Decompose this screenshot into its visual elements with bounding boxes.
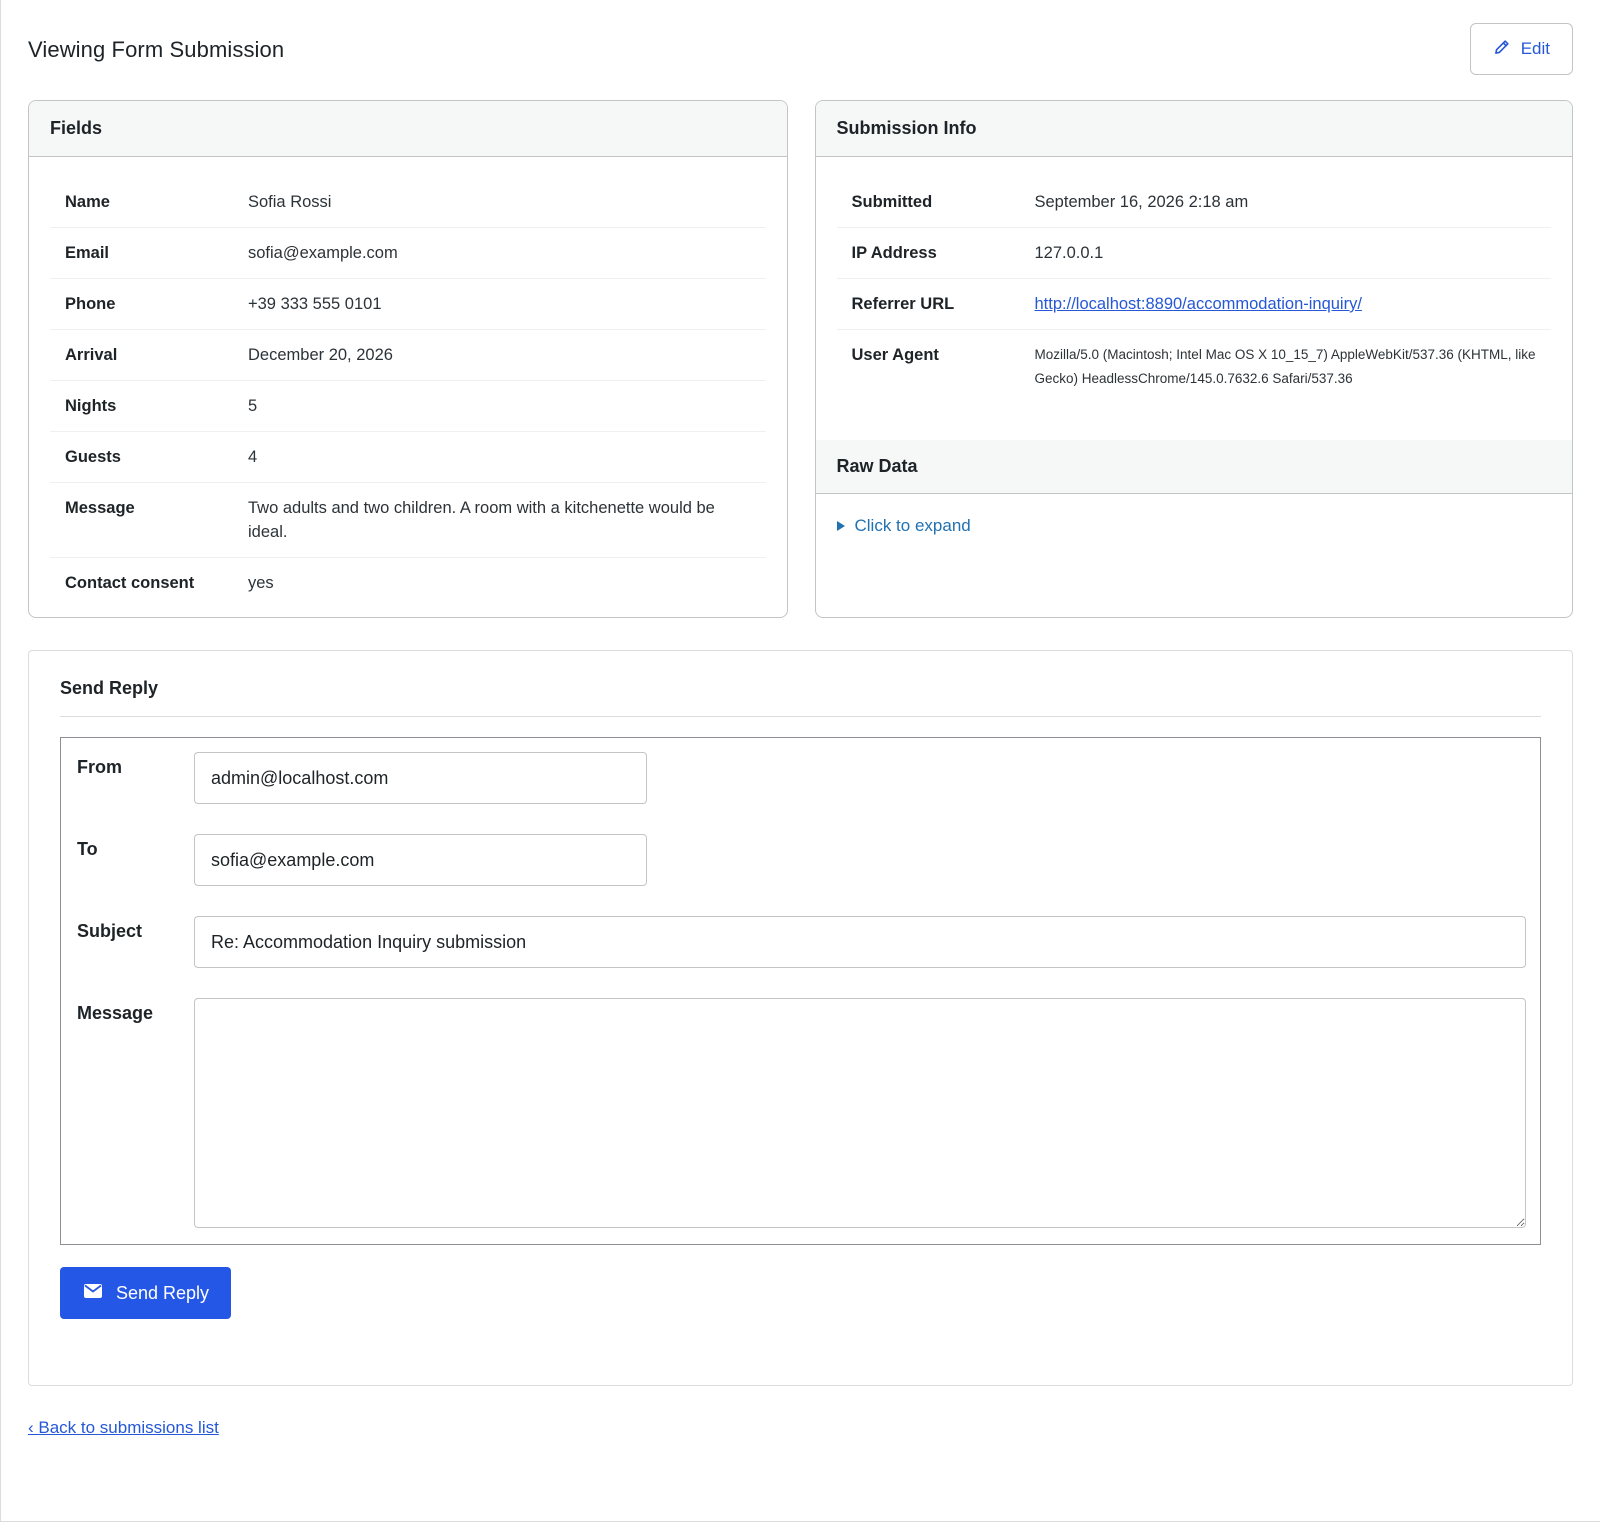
info-key: IP Address <box>851 244 937 262</box>
field-value: Two adults and two children. A room with… <box>248 499 715 541</box>
field-value: yes <box>248 574 274 592</box>
field-row: Arrival December 20, 2026 <box>50 330 766 381</box>
send-reply-button[interactable]: Send Reply <box>60 1267 232 1319</box>
fields-table: Name Sofia Rossi Email sofia@example.com… <box>50 177 766 608</box>
field-key: Name <box>65 193 110 211</box>
message-label: Message <box>77 1003 154 1023</box>
info-value: Mozilla/5.0 (Macintosh; Intel Mac OS X 1… <box>1034 347 1536 386</box>
from-label: From <box>77 757 122 777</box>
field-value: +39 333 555 0101 <box>248 295 382 313</box>
info-key: User Agent <box>851 346 939 364</box>
field-key: Email <box>65 244 110 262</box>
fields-panel-title: Fields <box>29 101 787 157</box>
field-key: Phone <box>65 295 116 313</box>
raw-data-expand-toggle[interactable]: Click to expand <box>816 494 1573 558</box>
message-textarea[interactable] <box>194 998 1526 1228</box>
from-input[interactable] <box>194 752 647 804</box>
info-value: 127.0.0.1 <box>1034 244 1104 262</box>
to-input[interactable] <box>194 834 647 886</box>
form-row-from: From <box>77 752 1527 804</box>
fields-panel: Fields Name Sofia Rossi Email sofia@exam… <box>28 100 788 618</box>
field-row: Message Two adults and two children. A r… <box>50 483 766 558</box>
top-bar: Viewing Form Submission Edit <box>28 0 1573 100</box>
info-key: Submitted <box>851 193 933 211</box>
info-row-submitted: Submitted September 16, 2026 2:18 am <box>836 177 1551 228</box>
info-row-user-agent: User Agent Mozilla/5.0 (Macintosh; Intel… <box>837 330 1552 404</box>
info-key: Referrer URL <box>851 295 955 313</box>
field-value: 5 <box>248 397 258 415</box>
panels-row: Fields Name Sofia Rossi Email sofia@exam… <box>28 100 1573 618</box>
submission-info-panel: Submission Info Submitted September 16, … <box>814 100 1573 618</box>
field-row: Email sofia@example.com <box>50 228 766 279</box>
info-row-ip: IP Address 127.0.0.1 <box>836 228 1551 279</box>
info-row-referrer: Referrer URL http://localhost:8890/accom… <box>836 279 1551 330</box>
info-value: September 16, 2026 2:18 am <box>1034 193 1249 211</box>
field-key: Arrival <box>65 346 118 364</box>
form-row-message: Message <box>77 998 1527 1228</box>
field-row: Contact consent yes <box>50 558 766 608</box>
disclosure-triangle-icon <box>836 521 845 531</box>
field-key: Guests <box>65 448 121 466</box>
pencil-icon <box>1493 38 1511 61</box>
field-value: sofia@example.com <box>248 244 398 262</box>
back-to-submissions-link[interactable]: ‹ Back to submissions list <box>28 1418 219 1438</box>
submission-info-title: Submission Info <box>815 101 1572 157</box>
send-reply-label: Send Reply <box>116 1282 210 1303</box>
field-value: 4 <box>248 448 258 466</box>
referrer-link[interactable]: http://localhost:8890/accommodation-inqu… <box>1035 295 1362 313</box>
expand-label: Click to expand <box>854 516 971 535</box>
form-row-to: To <box>77 834 1527 886</box>
page: Viewing Form Submission Edit Fields Name… <box>0 0 1600 1522</box>
field-row: Guests 4 <box>50 432 766 483</box>
raw-data-title: Raw Data <box>815 440 1572 494</box>
send-reply-panel: Send Reply From To Subject Message <box>28 650 1573 1386</box>
page-title: Viewing Form Submission <box>28 37 285 62</box>
field-value: December 20, 2026 <box>248 346 393 364</box>
subject-label: Subject <box>77 921 143 941</box>
info-value: http://localhost:8890/accommodation-inqu… <box>1035 292 1362 316</box>
envelope-icon <box>83 1283 103 1304</box>
field-row: Nights 5 <box>50 381 766 432</box>
reply-form: From To Subject Message <box>60 737 1541 1245</box>
form-row-subject: Subject <box>77 916 1527 968</box>
field-row: Phone +39 333 555 0101 <box>50 279 766 330</box>
field-value: Sofia Rossi <box>248 193 332 211</box>
field-key: Nights <box>65 397 117 415</box>
field-key: Contact consent <box>65 574 195 592</box>
field-key: Message <box>65 499 135 517</box>
field-row: Name Sofia Rossi <box>50 177 766 228</box>
subject-input[interactable] <box>194 916 1526 968</box>
edit-label: Edit <box>1520 39 1550 58</box>
to-label: To <box>77 839 98 859</box>
edit-button[interactable]: Edit <box>1469 23 1573 75</box>
submission-info-table: Submitted September 16, 2026 2:18 am IP … <box>836 177 1552 404</box>
send-reply-title: Send Reply <box>60 651 1541 717</box>
